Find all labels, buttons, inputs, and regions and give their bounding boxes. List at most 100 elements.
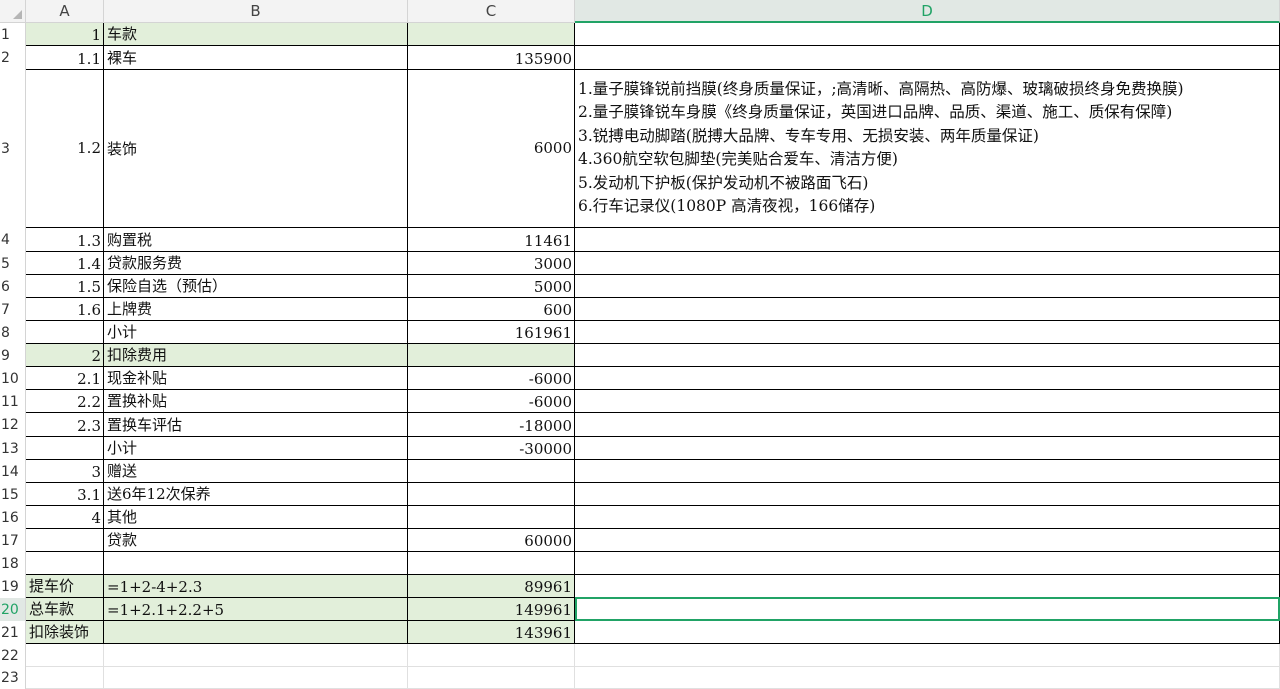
cell-d[interactable] [575,23,1280,46]
cell-a[interactable]: 3 [26,460,104,483]
row-header[interactable]: 14 [0,460,26,483]
cell-d[interactable] [575,367,1280,390]
cell-d[interactable] [575,552,1280,575]
cell-b[interactable]: 赠送 [104,460,408,483]
cell-b[interactable]: 其他 [104,506,408,529]
row-header[interactable]: 5 [0,252,26,275]
cell-d[interactable] [575,344,1280,367]
cell-b[interactable]: 小计 [104,321,408,344]
cell-c[interactable]: 3000 [408,252,575,275]
cell-c[interactable]: -18000 [408,413,575,437]
cell-a[interactable] [26,552,104,575]
cell-c[interactable]: 89961 [408,575,575,598]
cell-d[interactable] [575,506,1280,529]
cell-c[interactable]: 60000 [408,529,575,552]
cell-b[interactable]: 贷款 [104,529,408,552]
cell-d[interactable] [575,437,1280,460]
cell-b[interactable]: =1+2-4+2.3 [104,575,408,598]
cell-b[interactable] [104,621,408,644]
cell-c[interactable]: 161961 [408,321,575,344]
row-header[interactable]: 4 [0,228,26,252]
cell-a[interactable]: 3.1 [26,483,104,506]
row-header[interactable]: 10 [0,367,26,390]
row-header[interactable]: 8 [0,321,26,344]
column-header-a[interactable]: A [26,0,104,23]
cell-c[interactable] [408,483,575,506]
cell-d[interactable] [575,621,1280,644]
cell-d[interactable] [575,413,1280,437]
cell-b[interactable]: 现金补贴 [104,367,408,390]
cell-d[interactable] [575,298,1280,321]
cell-c[interactable] [408,667,575,689]
cell-c[interactable]: -30000 [408,437,575,460]
cell-d[interactable] [575,252,1280,275]
cell-b[interactable]: 贷款服务费 [104,252,408,275]
cell-a[interactable] [26,644,104,667]
column-header-b[interactable]: B [104,0,408,23]
cell-a[interactable] [26,437,104,460]
cell-d-selected[interactable] [575,598,1280,621]
cell-a[interactable]: 2.3 [26,413,104,437]
cell-a[interactable]: 1.1 [26,46,104,70]
cell-b[interactable] [104,552,408,575]
cell-b[interactable] [104,667,408,689]
cell-c[interactable] [408,506,575,529]
cell-d[interactable] [575,390,1280,413]
row-header[interactable]: 21 [0,621,26,644]
cell-d[interactable] [575,460,1280,483]
row-header[interactable]: 1 [0,23,26,46]
row-header[interactable]: 13 [0,437,26,460]
cell-b[interactable]: 置换车评估 [104,413,408,437]
cell-c[interactable]: 11461 [408,228,575,252]
column-header-c[interactable]: C [408,0,575,23]
cell-b[interactable]: 小计 [104,437,408,460]
cell-d-decoration-list[interactable]: 1.量子膜锋锐前挡膜(终身质量保证，;高清晰、高隔热、高防爆、玻璃破损终身免费换… [575,70,1280,228]
row-header[interactable]: 2 [0,46,26,70]
row-header[interactable]: 7 [0,298,26,321]
row-header[interactable]: 12 [0,413,26,437]
row-header[interactable]: 15 [0,483,26,506]
cell-a[interactable]: 2.1 [26,367,104,390]
cell-c[interactable]: 135900 [408,46,575,70]
cell-c[interactable] [408,460,575,483]
row-header[interactable]: 11 [0,390,26,413]
cell-b[interactable]: 保险自选（预估） [104,275,408,298]
cell-d[interactable] [575,483,1280,506]
cell-a[interactable]: 1.2 [26,70,104,228]
cell-d[interactable] [575,575,1280,598]
cell-a[interactable] [26,529,104,552]
cell-a[interactable] [26,667,104,689]
cell-b[interactable]: 装饰 [104,70,408,228]
cell-b[interactable]: 置换补贴 [104,390,408,413]
cell-a[interactable]: 提车价 [26,575,104,598]
cell-c[interactable]: -6000 [408,390,575,413]
cell-a[interactable]: 4 [26,506,104,529]
cell-a[interactable]: 1.6 [26,298,104,321]
cell-c[interactable]: 600 [408,298,575,321]
cell-c[interactable]: 149961 [408,598,575,621]
cell-b[interactable]: =1+2.1+2.2+5 [104,598,408,621]
cell-b[interactable]: 购置税 [104,228,408,252]
cell-b[interactable]: 车款 [104,23,408,46]
cell-c[interactable] [408,344,575,367]
row-header[interactable]: 18 [0,552,26,575]
row-header[interactable]: 6 [0,275,26,298]
cell-b[interactable]: 上牌费 [104,298,408,321]
cell-c[interactable] [408,552,575,575]
cell-d[interactable] [575,46,1280,70]
cell-c[interactable] [408,23,575,46]
select-all-corner[interactable] [0,0,26,23]
cell-a[interactable]: 1.4 [26,252,104,275]
cell-c[interactable]: -6000 [408,367,575,390]
cell-d[interactable] [575,321,1280,344]
cell-d[interactable] [575,644,1280,667]
cell-a[interactable]: 1.3 [26,228,104,252]
cell-d[interactable] [575,529,1280,552]
row-header[interactable]: 17 [0,529,26,552]
cell-b[interactable] [104,644,408,667]
cell-d[interactable] [575,275,1280,298]
row-header[interactable]: 3 [0,70,26,228]
cell-b[interactable]: 送6年12次保养 [104,483,408,506]
column-header-d[interactable]: D [575,0,1280,23]
cell-a[interactable]: 1.5 [26,275,104,298]
